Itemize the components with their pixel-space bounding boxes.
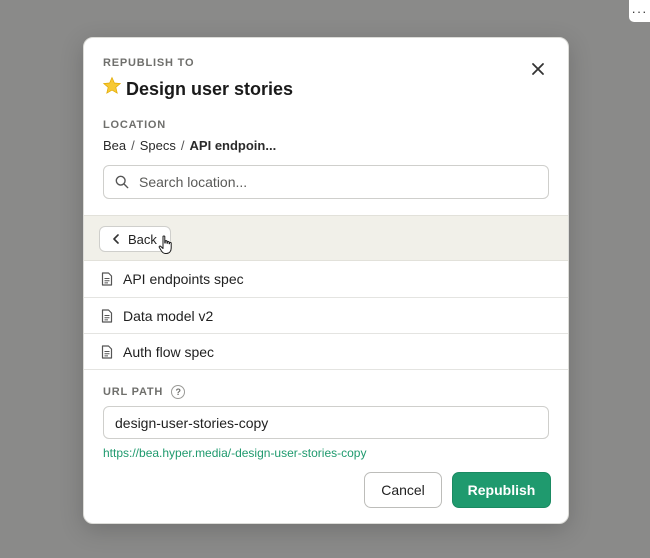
url-preview-link[interactable]: https://bea.hyper.media/-design-user-sto… [103, 446, 366, 460]
close-icon [532, 63, 544, 75]
hand-cursor-icon [158, 235, 172, 254]
cancel-button[interactable]: Cancel [364, 472, 442, 508]
list-item[interactable]: Data model v2 [84, 298, 568, 334]
republish-button[interactable]: Republish [452, 472, 551, 508]
dialog-title-text: Design user stories [126, 78, 294, 99]
search-location-input[interactable] [137, 173, 521, 191]
document-icon [101, 344, 113, 359]
more-options-button[interactable]: ··· [629, 0, 650, 22]
more-icon: ··· [631, 3, 648, 19]
search-location-field[interactable] [103, 165, 549, 199]
list-item-label: Data model v2 [123, 307, 214, 324]
list-item[interactable]: Auth flow spec [84, 334, 568, 370]
list-item-label: Auth flow spec [123, 343, 215, 360]
breadcrumb-separator: / [180, 138, 185, 153]
url-path-label-row: URL PATH ? [103, 385, 186, 399]
dialog-title: Design user stories [102, 76, 293, 102]
breadcrumb-item-specs[interactable]: Specs [140, 138, 176, 153]
back-button-label: Back [128, 231, 157, 247]
dialog-heading-label: REPUBLISH TO [103, 57, 195, 69]
document-icon [101, 308, 113, 323]
list-item[interactable]: API endpoints spec [84, 261, 568, 298]
close-button[interactable] [527, 58, 549, 80]
help-icon[interactable]: ? [171, 385, 186, 399]
url-path-input[interactable] [103, 406, 549, 439]
navigation-bar: Back [84, 215, 568, 261]
chevron-left-icon [113, 234, 119, 244]
breadcrumb-item-bea[interactable]: Bea [103, 138, 126, 153]
url-path-label: URL PATH [103, 386, 164, 398]
list-item-label: API endpoints spec [123, 271, 244, 287]
search-icon [115, 175, 129, 189]
star-icon [102, 76, 122, 102]
republish-dialog: REPUBLISH TO Design user stories LOCATIO… [83, 37, 569, 524]
document-icon [101, 272, 113, 286]
location-label: LOCATION [103, 119, 167, 131]
location-list: API endpoints spec Data model v2 Auth fl… [84, 261, 568, 370]
breadcrumb: Bea / Specs / API endpoin... [103, 138, 276, 153]
breadcrumb-separator: / [131, 138, 135, 153]
breadcrumb-item-current: API endpoin... [189, 138, 277, 153]
